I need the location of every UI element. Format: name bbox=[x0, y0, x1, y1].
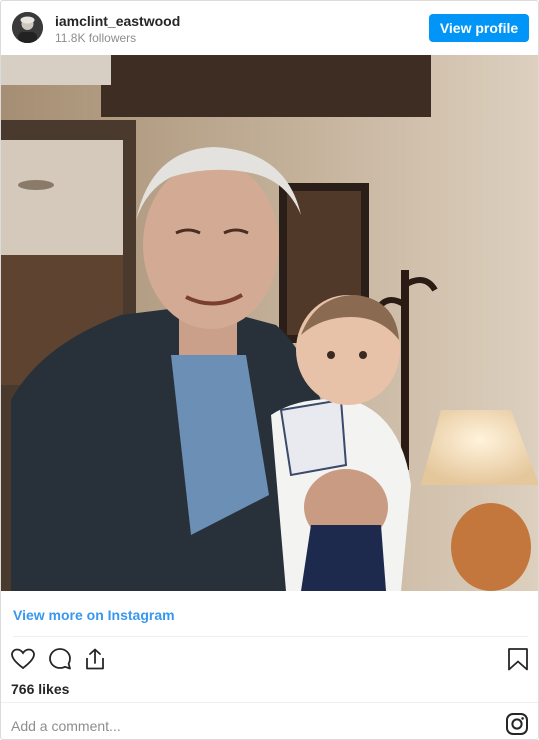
comment-bubble-icon[interactable] bbox=[47, 646, 73, 672]
like-count[interactable]: 766 likes bbox=[11, 681, 69, 697]
bookmark-icon[interactable] bbox=[505, 646, 531, 672]
instagram-logo-icon[interactable] bbox=[505, 712, 529, 736]
view-profile-button[interactable]: View profile bbox=[429, 14, 529, 42]
username[interactable]: iamclint_eastwood bbox=[55, 13, 180, 29]
follower-count: 11.8K followers bbox=[55, 31, 137, 45]
divider bbox=[1, 702, 538, 703]
post-photo[interactable] bbox=[1, 55, 538, 591]
post-header: iamclint_eastwood 11.8K followers View p… bbox=[1, 1, 538, 55]
action-bar bbox=[1, 641, 538, 677]
comment-input[interactable]: Add a comment... bbox=[11, 718, 121, 734]
share-icon[interactable] bbox=[82, 646, 108, 672]
avatar[interactable] bbox=[12, 12, 43, 43]
divider bbox=[13, 636, 528, 637]
view-more-link[interactable]: View more on Instagram bbox=[13, 607, 175, 623]
instagram-embed: iamclint_eastwood 11.8K followers View p… bbox=[0, 0, 539, 740]
heart-icon[interactable] bbox=[10, 646, 36, 672]
